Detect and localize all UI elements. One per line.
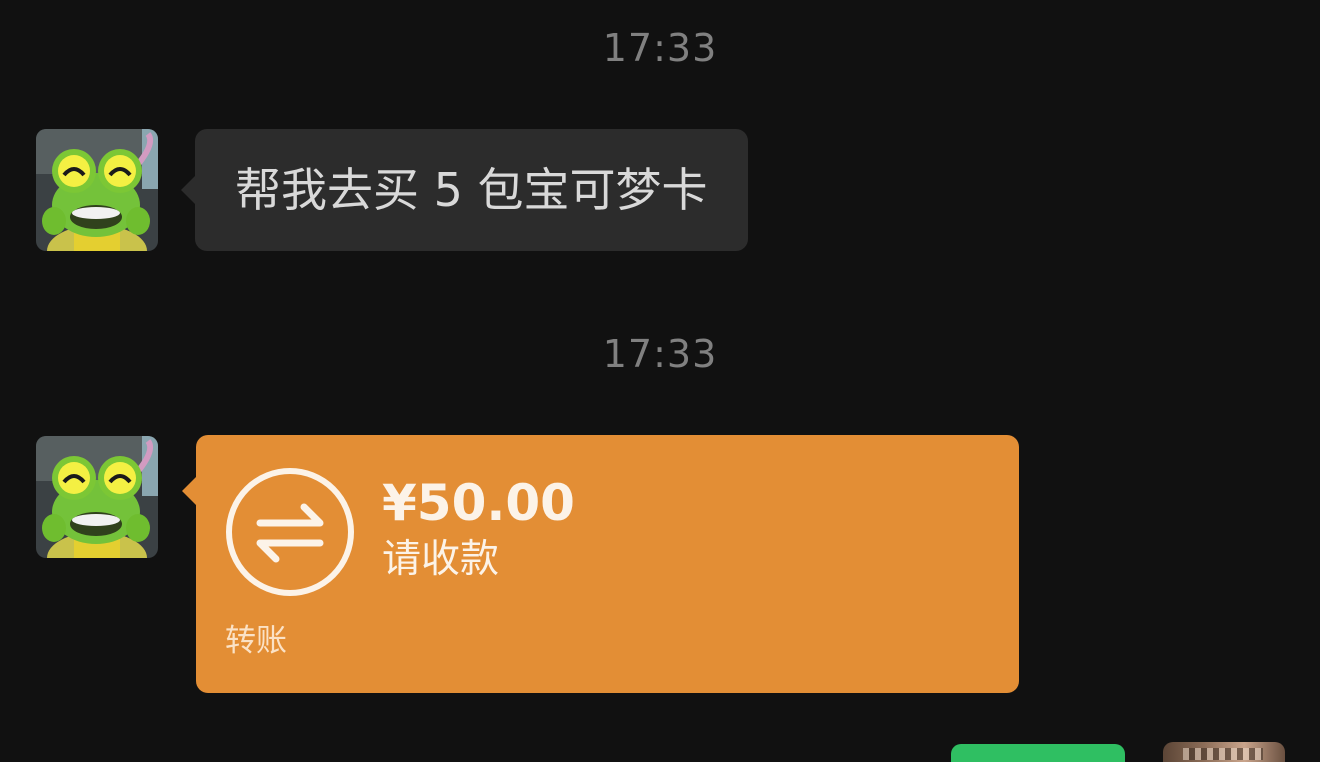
own-avatar[interactable] bbox=[1163, 742, 1285, 762]
message-bubble-text[interactable]: 帮我去买 5 包宝可梦卡 bbox=[181, 129, 748, 251]
frog-avatar-image bbox=[36, 436, 158, 558]
message-timestamp: 17:33 bbox=[602, 332, 718, 376]
message-text: 帮我去买 5 包宝可梦卡 bbox=[235, 163, 708, 217]
transfer-action: 请收款 bbox=[382, 537, 500, 582]
transfer-card[interactable]: ¥50.00 请收款 转账 bbox=[182, 435, 1019, 693]
transfer-amount: ¥50.00 bbox=[382, 474, 575, 532]
contact-avatar[interactable] bbox=[36, 129, 158, 251]
outgoing-message-bubble[interactable] bbox=[951, 744, 1125, 762]
chat-window: 17:33 帮我去买 5 包宝可梦卡 17:33 ¥50.00 请收款 转账 bbox=[0, 0, 1320, 762]
transfer-label: 转账 bbox=[225, 623, 287, 659]
contact-avatar[interactable] bbox=[36, 436, 158, 558]
transfer-arrows-icon bbox=[226, 468, 354, 596]
message-timestamp: 17:33 bbox=[602, 26, 718, 70]
frog-avatar-image bbox=[36, 129, 158, 251]
